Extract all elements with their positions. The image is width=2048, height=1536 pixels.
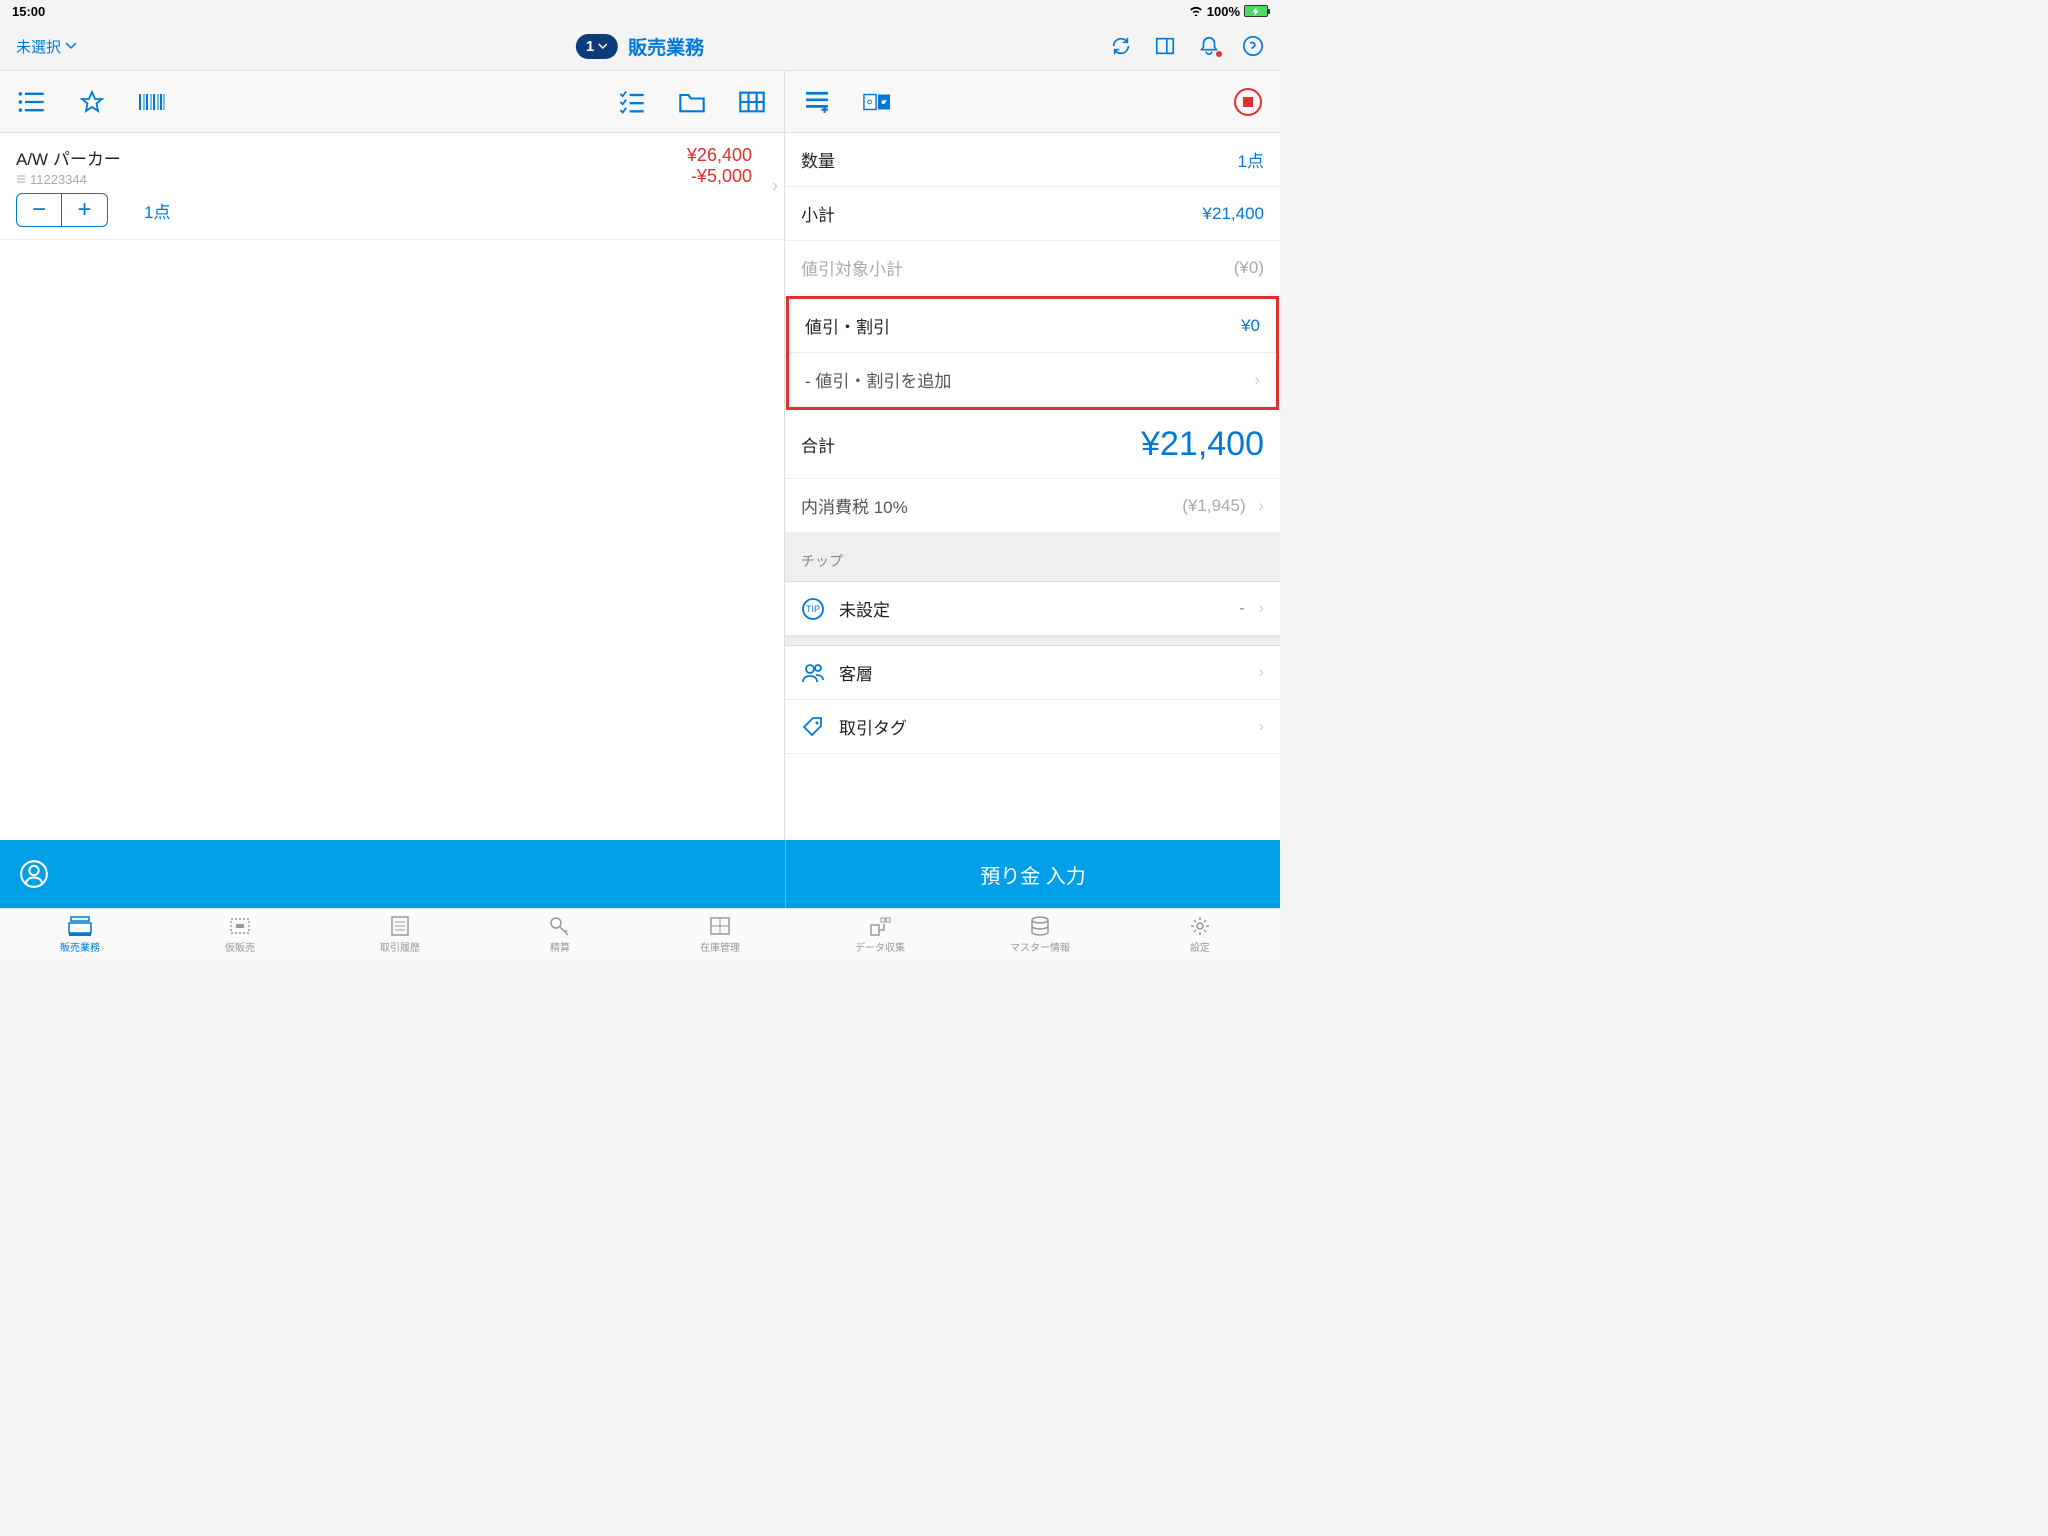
chevron-down-icon [598,43,608,49]
gear-icon [1187,915,1213,937]
deposit-button[interactable]: 預り金 入力 [785,840,1280,908]
document-icon [387,915,413,937]
nav-count-badge[interactable]: 1 [576,34,618,59]
bottom-left [0,840,785,908]
key-icon [547,915,573,937]
help-icon[interactable] [1242,35,1264,57]
list-add-icon[interactable] [803,90,831,114]
checklist-icon[interactable] [618,90,646,114]
tag-icon [801,715,825,739]
layout-icon[interactable] [1154,35,1176,57]
left-panel: A/W パーカー 11223344 − + 1点 ¥26,400 -¥5,000… [0,71,785,890]
database-icon [1027,915,1053,937]
wifi-icon [1189,6,1203,16]
register-icon [67,915,93,937]
card-toggle-icon[interactable] [863,90,891,114]
register-dashed-icon [227,915,253,937]
barcode-icon[interactable] [138,90,166,114]
summary-qty: 数量 1点 [785,133,1280,187]
summary-subtotal: 小計 ¥21,400 [785,187,1280,241]
item-discount: -¥5,000 [687,166,752,187]
tip-icon: TIP [801,597,825,621]
status-bar: 15:00 100% [0,0,1280,22]
main: A/W パーカー 11223344 − + 1点 ¥26,400 -¥5,000… [0,70,1280,890]
selection-dropdown[interactable]: 未選択 [16,36,77,57]
nav-actions [1110,35,1264,57]
summary-tax[interactable]: 内消費税 10% (¥1,945) › [785,479,1280,533]
people-icon [801,661,825,685]
chevron-right-icon: › [1259,718,1264,736]
svg-text:TIP: TIP [806,604,820,614]
star-icon[interactable] [78,90,106,114]
status-time: 15:00 [12,4,45,19]
user-icon[interactable] [20,860,48,888]
nav-title: 販売業務 [628,33,704,60]
tip-section-header: チップ [785,533,1280,582]
tab-settings[interactable]: 設定 [1120,909,1280,960]
chevron-right-icon: › [1259,600,1264,618]
chevron-right-icon: › [1254,496,1264,515]
grid-icon[interactable] [738,90,766,114]
discount-highlight: 値引・割引 ¥0 - 値引・割引を追加 › [786,296,1279,410]
left-toolbar [0,71,784,133]
barcode-small-icon [16,175,26,185]
qty-minus-button[interactable]: − [17,194,62,226]
qty-stepper: − + [16,193,108,227]
item-prices: ¥26,400 -¥5,000 [687,145,768,227]
right-toolbar [785,71,1280,133]
chevron-right-icon: › [772,176,778,197]
tab-temp-sales[interactable]: 仮販売 [160,909,320,960]
drawers-icon [707,915,733,937]
tab-master[interactable]: マスター情報 [960,909,1120,960]
qty-plus-button[interactable]: + [62,194,107,226]
battery-pct: 100% [1207,4,1240,19]
add-discount-row[interactable]: - 値引・割引を追加 › [789,353,1276,407]
tag-row[interactable]: 取引タグ › [785,700,1280,754]
cart-item[interactable]: A/W パーカー 11223344 − + 1点 ¥26,400 -¥5,000… [0,133,784,240]
right-panel: 数量 1点 小計 ¥21,400 値引対象小計 (¥0) 値引・割引 ¥0 - … [785,71,1280,890]
refresh-icon[interactable] [1110,35,1132,57]
tab-settlement[interactable]: 精算 [480,909,640,960]
chevron-down-icon [65,42,77,50]
status-right: 100% [1189,4,1268,19]
nav-center: 1 販売業務 [576,33,704,60]
tab-inventory[interactable]: 在庫管理 [640,909,800,960]
tab-data[interactable]: データ収集 [800,909,960,960]
notification-icon[interactable] [1198,35,1220,57]
spacer [785,636,1280,646]
bottom-action-bar: 預り金 入力 [0,840,1280,908]
chevron-right-icon: › [1259,664,1264,682]
tab-bar: 販売業務 仮販売 取引履歴 精算 在庫管理 データ収集 マスター情報 設定 [0,908,1280,960]
tip-row[interactable]: TIP 未設定 - › [785,582,1280,636]
item-sku: 11223344 [16,172,687,187]
tab-sales[interactable]: 販売業務 [0,909,160,960]
stop-button[interactable] [1234,88,1262,116]
summary-discount-target: 値引対象小計 (¥0) [785,241,1280,295]
folder-icon[interactable] [678,90,706,114]
summary-discount: 値引・割引 ¥0 [789,299,1276,353]
nav-header: 未選択 1 販売業務 [0,22,1280,70]
item-name: A/W パーカー [16,145,687,170]
tab-history[interactable]: 取引履歴 [320,909,480,960]
data-icon [867,915,893,937]
list-icon[interactable] [18,90,46,114]
item-price: ¥26,400 [687,145,752,166]
battery-icon [1244,5,1268,17]
chevron-right-icon: › [1254,370,1260,390]
customer-row[interactable]: 客層 › [785,646,1280,700]
qty-display: 1点 [144,198,170,223]
summary-total: 合計 ¥21,400 [785,411,1280,479]
